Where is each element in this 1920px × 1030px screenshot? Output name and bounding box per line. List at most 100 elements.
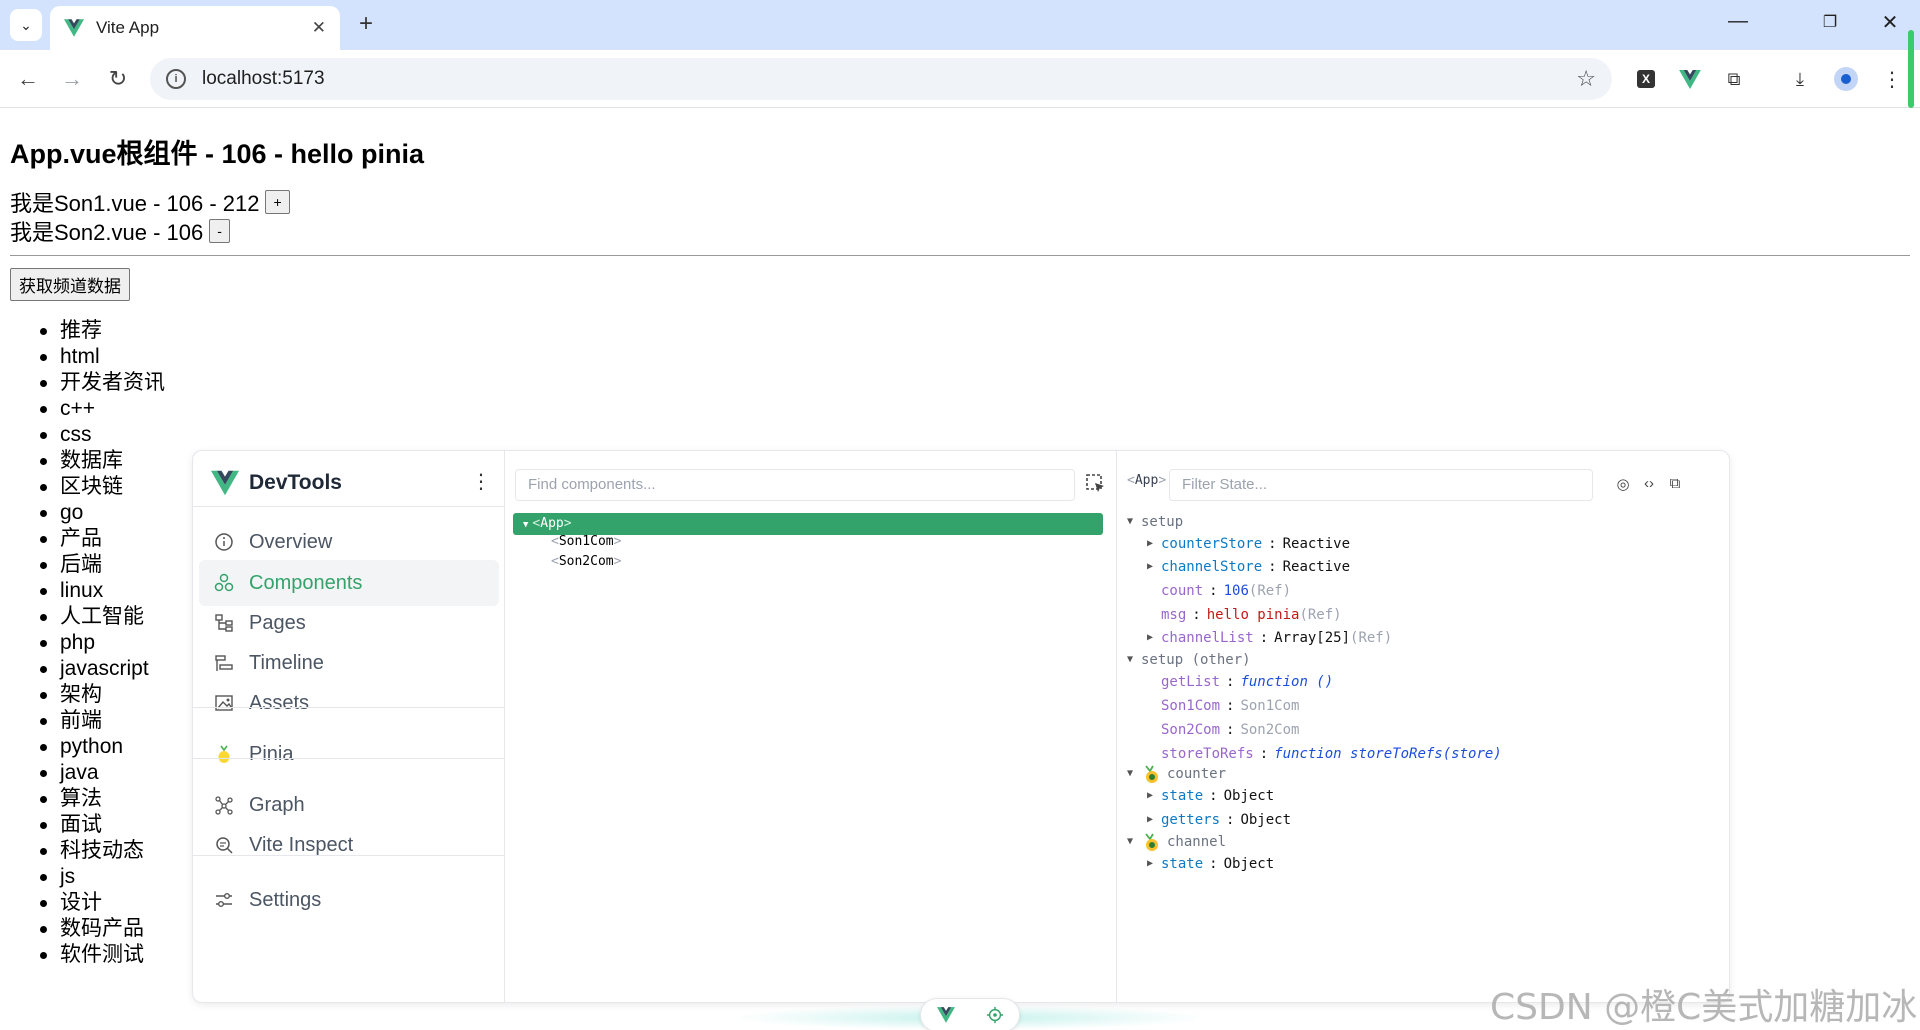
tree-node-son2[interactable]: <Son2Com> <box>551 551 621 573</box>
watermark: CSDN @橙C美式加糖加冰 <box>1490 987 1918 1028</box>
list-item: html <box>40 344 165 370</box>
state-row-counter-state[interactable]: ▶ state: Object <box>1147 785 1274 807</box>
list-item: css <box>40 422 165 448</box>
address-bar[interactable]: i localhost:5173 ☆ <box>150 58 1612 100</box>
new-tab-button[interactable]: + <box>352 10 380 38</box>
list-item: go <box>40 500 165 526</box>
sidebar-item-label: Assets <box>249 691 310 714</box>
site-info-icon[interactable]: i <box>166 69 186 89</box>
state-row-storeToRefs[interactable]: storeToRefs: function storeToRefs(store) <box>1161 743 1502 765</box>
find-components-input[interactable]: Find components... <box>515 469 1075 501</box>
back-arrow-icon[interactable]: ← <box>12 63 44 95</box>
vue-devtools-extension-icon[interactable] <box>1674 63 1706 95</box>
sidebar-item-settings[interactable]: Settings <box>199 877 499 923</box>
increment-button[interactable]: + <box>265 190 290 214</box>
state-row-count[interactable]: count:106 (Ref) <box>1161 580 1291 602</box>
state-section-counter-store[interactable]: ▼ counter <box>1127 763 1226 785</box>
image-icon <box>213 692 235 714</box>
scroll-to-component-icon[interactable]: ◎ <box>1613 475 1633 495</box>
browser-toolbar: ← → ↻ i localhost:5173 ☆ X ⧉ ⤓ ⋮ <box>0 50 1920 108</box>
browser-tab[interactable]: Vite App ✕ <box>50 6 340 50</box>
state-row-counterStore[interactable]: ▶ counterStore: Reactive <box>1147 533 1350 555</box>
state-row-channelList[interactable]: ▶ channelList: Array[25] (Ref) <box>1147 627 1392 649</box>
extension-x-icon[interactable]: X <box>1630 63 1662 95</box>
window-close-button[interactable]: ✕ <box>1870 10 1910 35</box>
vue-logo-icon[interactable] <box>936 1007 955 1023</box>
list-item: java <box>40 760 165 786</box>
sidebar-item-label: Components <box>249 571 363 594</box>
state-row-channel-state[interactable]: ▶ state: Object <box>1147 853 1274 875</box>
more-options-icon[interactable]: ⋮ <box>471 469 491 494</box>
chevron-down-icon: ⌄ <box>20 16 32 33</box>
list-item: 算法 <box>40 786 165 812</box>
sidebar-item-pinia[interactable]: Pinia <box>199 731 499 777</box>
devtools-toggle-pill[interactable] <box>920 998 1020 1030</box>
forward-arrow-icon[interactable]: → <box>56 63 88 95</box>
bookmark-star-icon[interactable]: ☆ <box>1576 66 1596 92</box>
pineapple-icon <box>213 743 235 765</box>
list-item: 后端 <box>40 552 165 578</box>
crosshair-icon[interactable] <box>986 1006 1004 1024</box>
state-row-getList[interactable]: getList: function () <box>1161 671 1333 693</box>
filter-state-input[interactable]: Filter State... <box>1169 469 1593 501</box>
list-item: php <box>40 630 165 656</box>
state-inspector-pane: <App> Filter State... ◎ ‹› ⧉ ▼ setup ▶ cou… <box>1117 451 1729 1002</box>
list-item: javascript <box>40 656 165 682</box>
components-icon <box>213 572 235 594</box>
list-item: 人工智能 <box>40 604 165 630</box>
divider <box>10 255 1910 256</box>
components-tree-pane: Find components... ▼ <App> <Son1Com> <Son… <box>505 451 1117 1002</box>
state-row-channelStore[interactable]: ▶ channelStore: Reactive <box>1147 556 1350 578</box>
list-item: 区块链 <box>40 474 165 500</box>
sidebar-item-label: Vite Inspect <box>249 833 354 856</box>
list-item: 开发者资讯 <box>40 370 165 396</box>
channel-list: 推荐 html 开发者资讯 c++ css 数据库 区块链 go 产品 后端 linux 人工智能 ph… <box>40 318 165 968</box>
sidebar-item-label: Settings <box>249 888 322 911</box>
state-section-channel-store[interactable]: ▼ channel <box>1127 831 1226 853</box>
state-row-son2com[interactable]: Son2Com: Son2Com <box>1161 719 1299 741</box>
pages-tree-icon <box>213 612 235 634</box>
settings-sliders-icon <box>213 889 235 911</box>
devtools-sidebar: DevTools ⋮ Overview Components Pages Tim… <box>193 451 505 1002</box>
profile-avatar[interactable] <box>1830 63 1862 95</box>
select-component-icon[interactable] <box>1085 473 1107 495</box>
code-icon[interactable]: ‹› <box>1639 475 1659 495</box>
list-item: 软件测试 <box>40 942 165 968</box>
fetch-channels-button[interactable]: 获取频道数据 <box>10 268 130 301</box>
open-in-editor-icon[interactable]: ⧉ <box>1665 475 1685 495</box>
sidebar-divider <box>193 855 505 856</box>
download-icon[interactable]: ⤓ <box>1784 63 1816 95</box>
list-item: 科技动态 <box>40 838 165 864</box>
reload-icon[interactable]: ↻ <box>102 63 134 95</box>
tab-title: Vite App <box>96 18 160 37</box>
extensions-puzzle-icon[interactable]: ⧉ <box>1718 63 1750 95</box>
son1-text: 我是Son1.vue - 106 - 212 <box>10 191 260 216</box>
graph-nodes-icon <box>213 794 235 816</box>
pineapple-icon <box>1145 833 1158 851</box>
tree-node-son1[interactable]: <Son1Com> <box>551 531 621 553</box>
tab-close-icon[interactable]: ✕ <box>312 18 326 38</box>
chrome-menu-icon[interactable]: ⋮ <box>1876 63 1908 95</box>
sidebar-item-label: Pages <box>249 611 306 634</box>
sidebar-divider <box>193 506 505 507</box>
tab-search-button[interactable]: ⌄ <box>10 9 42 41</box>
state-row-son1com[interactable]: Son1Com: Son1Com <box>1161 695 1299 717</box>
state-row-msg[interactable]: msg: hello pinia (Ref) <box>1161 604 1342 626</box>
list-item: 架构 <box>40 682 165 708</box>
sidebar-item-label: Timeline <box>249 651 324 674</box>
timeline-icon <box>213 652 235 674</box>
url-text[interactable]: localhost:5173 <box>202 68 1576 90</box>
minimize-button[interactable]: — <box>1718 10 1758 33</box>
sidebar-item-assets[interactable]: Assets <box>199 680 499 726</box>
list-item: js <box>40 864 165 890</box>
decrement-button[interactable]: - <box>209 219 230 243</box>
sidebar-item-overview[interactable]: Overview <box>199 519 499 565</box>
restore-button[interactable]: ❐ <box>1810 12 1850 32</box>
son2-line: 我是Son2.vue - 106 - <box>10 215 230 247</box>
list-item: python <box>40 734 165 760</box>
state-section-setup-other[interactable]: ▼ setup (other) <box>1127 649 1251 671</box>
sidebar-item-vite-inspect[interactable]: Vite Inspect <box>199 822 499 868</box>
state-section-setup[interactable]: ▼ setup <box>1127 511 1183 533</box>
state-row-counter-getters[interactable]: ▶ getters: Object <box>1147 809 1291 831</box>
vue-devtools-panel: DevTools ⋮ Overview Components Pages Tim… <box>192 450 1730 1003</box>
